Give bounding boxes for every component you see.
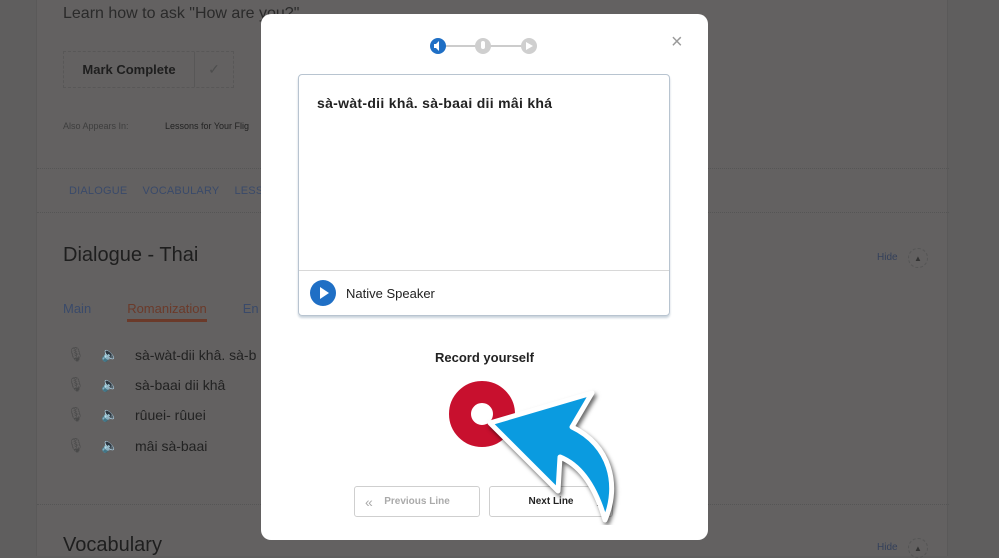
dialogue-line: 🎙 🔈 mâi sà-baai (67, 437, 207, 454)
previous-line-label: Previous Line (384, 496, 450, 507)
hide-dialogue-link[interactable]: Hide (877, 252, 898, 263)
microphone-icon[interactable]: 🎙 (67, 437, 101, 454)
line-text: mâi sà-baai (135, 437, 208, 454)
line-text: sà-baai dii khâ (135, 376, 226, 393)
speaker-icon[interactable]: 🔈 (101, 406, 135, 423)
phrase-card: sà-wàt-dii khâ. sà-baai dii mâi khá Nati… (298, 74, 670, 316)
speaker-icon[interactable]: 🔈 (101, 346, 135, 363)
dialogue-subtabs: Main Romanization En (63, 301, 259, 322)
mark-complete-button[interactable]: Mark Complete ✓ (63, 51, 234, 88)
native-speaker-player[interactable]: Native Speaker (299, 270, 669, 315)
microphone-icon[interactable]: 🎙 (67, 406, 101, 423)
subtab-main[interactable]: Main (63, 301, 91, 322)
dialogue-line: 🎙 🔈 sà-wàt-dii khâ. sà-b (67, 346, 256, 363)
phrase-text: sà-wàt-dii khâ. sà-baai dii mâi khá (317, 95, 553, 111)
hide-vocabulary-link[interactable]: Hide (877, 542, 898, 553)
subtab-english[interactable]: En (243, 301, 259, 322)
vocabulary-title: Vocabulary (63, 534, 162, 556)
microphone-icon[interactable]: 🎙 (67, 346, 101, 363)
step-indicator (430, 38, 537, 54)
section-tabs: DIALOGUE VOCABULARY LESSO (69, 185, 272, 197)
record-title: Record yourself (435, 350, 534, 365)
subtab-romanization[interactable]: Romanization (127, 301, 207, 322)
line-text: rûuei- rûuei (135, 406, 206, 423)
double-chevron-left-icon: « (365, 493, 373, 510)
line-text: sà-wàt-dii khâ. sà-b (135, 346, 257, 363)
play-icon[interactable] (310, 280, 336, 306)
tab-vocabulary[interactable]: VOCABULARY (142, 185, 219, 197)
check-icon: ✓ (208, 61, 220, 77)
collapse-icon[interactable]: ▲ (908, 248, 928, 268)
also-appears-label: Also Appears In: (63, 121, 129, 131)
annotation-arrow-icon (487, 390, 615, 523)
close-icon[interactable]: × (671, 32, 683, 52)
microphone-icon[interactable]: 🎙 (67, 376, 101, 393)
dialogue-line: 🎙 🔈 rûuei- rûuei (67, 406, 206, 423)
dialogue-title: Dialogue - Thai (63, 244, 199, 266)
speaker-icon[interactable]: 🔈 (101, 437, 135, 454)
native-speaker-label: Native Speaker (346, 285, 435, 301)
tab-dialogue[interactable]: DIALOGUE (69, 185, 127, 197)
speaker-icon[interactable]: 🔈 (101, 376, 135, 393)
collapse-icon[interactable]: ▲ (908, 538, 928, 558)
previous-line-button[interactable]: « Previous Line (354, 486, 480, 517)
mark-complete-label: Mark Complete (64, 52, 195, 87)
also-appears-link[interactable]: Lessons for Your Flig (165, 121, 249, 131)
dialogue-line: 🎙 🔈 sà-baai dii khâ (67, 376, 225, 393)
